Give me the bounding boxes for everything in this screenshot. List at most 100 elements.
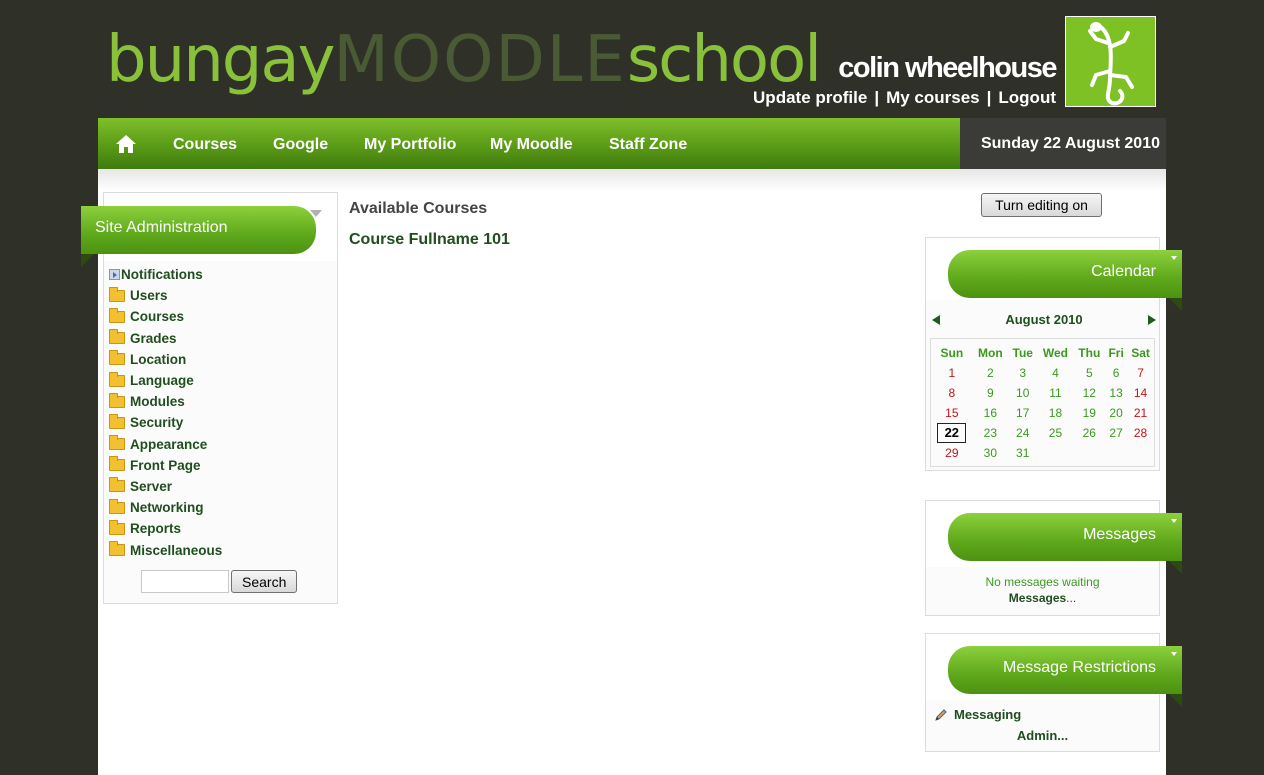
calendar-day[interactable]: 3 xyxy=(1008,363,1037,383)
ribbon-fold xyxy=(1169,298,1182,311)
admin-search-input[interactable] xyxy=(141,570,229,593)
messaging-link[interactable]: Messaging xyxy=(934,707,1021,722)
admin-item-reports[interactable]: Reports xyxy=(109,518,222,539)
admin-item-security[interactable]: Security xyxy=(109,412,222,433)
admin-item-label: Appearance xyxy=(130,436,208,452)
admin-item-location[interactable]: Location xyxy=(109,349,222,370)
block-title: Site Administration xyxy=(95,219,228,236)
calendar-day[interactable]: 9 xyxy=(973,383,1008,403)
calendar-day[interactable]: 29 xyxy=(931,443,973,463)
calendar-day[interactable]: 2 xyxy=(973,363,1008,383)
calendar-day[interactable]: 23 xyxy=(973,423,1008,443)
calendar-day[interactable]: 6 xyxy=(1105,363,1127,383)
notifications-icon xyxy=(109,269,120,281)
admin-item-modules[interactable]: Modules xyxy=(109,391,222,412)
messages-link[interactable]: Messages... xyxy=(926,591,1159,605)
logout-link[interactable]: Logout xyxy=(998,88,1056,107)
admin-item-users[interactable]: Users xyxy=(109,285,222,306)
logo-text-moodle: MOODLE xyxy=(333,23,627,97)
calendar-day[interactable]: 12 xyxy=(1074,383,1106,403)
calendar-month[interactable]: August 2010 xyxy=(1005,312,1082,327)
admin-link[interactable]: Admin... xyxy=(926,728,1159,743)
nav-staff-zone[interactable]: Staff Zone xyxy=(609,136,687,154)
calendar-day[interactable]: 5 xyxy=(1074,363,1106,383)
admin-search-button[interactable]: Search xyxy=(231,570,298,593)
calendar-day[interactable]: 7 xyxy=(1127,363,1154,383)
calendar-day-today[interactable]: 22 xyxy=(931,423,973,443)
calendar-day[interactable]: 24 xyxy=(1008,423,1037,443)
update-profile-link[interactable]: Update profile xyxy=(753,88,867,107)
nav-courses[interactable]: Courses xyxy=(173,136,237,154)
calendar-day[interactable]: 13 xyxy=(1105,383,1127,403)
calendar-day[interactable]: 28 xyxy=(1127,423,1154,443)
calendar-day[interactable]: 14 xyxy=(1127,383,1154,403)
home-icon[interactable] xyxy=(116,135,136,158)
calendar-day[interactable]: 26 xyxy=(1074,423,1106,443)
weekday-header-row: Sun Mon Tue Wed Thu Fri Sat xyxy=(931,343,1154,363)
nav-my-portfolio[interactable]: My Portfolio xyxy=(364,136,456,154)
calendar-day[interactable]: 20 xyxy=(1105,403,1127,423)
admin-item-notifications[interactable]: Notifications xyxy=(109,264,222,285)
calendar-day[interactable]: 27 xyxy=(1105,423,1127,443)
weekday-label: Mon xyxy=(978,346,1003,360)
admin-item-courses[interactable]: Courses xyxy=(109,306,222,327)
calendar-day[interactable]: 17 xyxy=(1008,403,1037,423)
calendar-day[interactable]: 1 xyxy=(931,363,973,383)
block-menu-icon[interactable] xyxy=(1171,519,1177,523)
current-date: Sunday 22 August 2010 xyxy=(960,118,1166,169)
calendar-day[interactable]: 8 xyxy=(931,383,973,403)
admin-item-label: Notifications xyxy=(121,267,203,283)
user-avatar[interactable] xyxy=(1065,16,1156,107)
pencil-icon xyxy=(935,708,947,721)
calendar-block: Calendar August 2010 Sun Mon Tue Wed Thu Fri S… xyxy=(925,237,1182,471)
calendar-week-row: 15 16 17 18 19 20 21 xyxy=(931,403,1154,423)
my-courses-link[interactable]: My courses xyxy=(886,88,980,107)
block-menu-icon[interactable] xyxy=(1171,652,1177,656)
calendar-day[interactable]: 16 xyxy=(973,403,1008,423)
admin-menu: Notifications Users Courses Grades Locat… xyxy=(109,264,222,561)
calendar-week-row: 22 23 24 25 26 27 28 xyxy=(931,423,1154,443)
available-courses-heading: Available Courses xyxy=(349,200,488,217)
folder-icon xyxy=(109,519,125,535)
admin-item-front-page[interactable]: Front Page xyxy=(109,455,222,476)
previous-month-icon[interactable] xyxy=(932,314,940,325)
calendar-day[interactable]: 4 xyxy=(1037,363,1073,383)
turn-editing-on-button[interactable]: Turn editing on xyxy=(981,193,1102,217)
calendar-day[interactable]: 21 xyxy=(1127,403,1154,423)
folder-icon xyxy=(109,498,125,514)
admin-item-networking[interactable]: Networking xyxy=(109,497,222,518)
course-link[interactable]: Course Fullname 101 xyxy=(349,231,510,249)
user-links: Update profile | My courses | Logout xyxy=(753,88,1056,108)
ribbon-fold xyxy=(1169,561,1182,574)
calendar-grid: Sun Mon Tue Wed Thu Fri Sat 1 2 3 4 5 6 7 8 9 10 11 12 13 1… xyxy=(930,338,1155,467)
site-logo[interactable]: bungayMOODLEschool xyxy=(106,20,822,100)
nav-google[interactable]: Google xyxy=(273,136,328,154)
calendar-days: 1 2 3 4 5 6 7 8 9 10 11 12 13 14 15 16 17 18 19 20 21 22 23 24 2… xyxy=(931,363,1154,463)
calendar-day[interactable]: 31 xyxy=(1008,443,1037,463)
messages-status: No messages waiting xyxy=(985,575,1100,589)
next-month-icon[interactable] xyxy=(1148,314,1156,325)
admin-item-server[interactable]: Server xyxy=(109,476,222,497)
calendar-day[interactable]: 25 xyxy=(1037,423,1073,443)
calendar-day[interactable]: 11 xyxy=(1037,383,1073,403)
admin-item-label: Users xyxy=(130,288,168,304)
message-restrictions-header: Message Restrictions xyxy=(948,646,1182,707)
folder-icon xyxy=(109,477,125,493)
admin-item-grades[interactable]: Grades xyxy=(109,328,222,349)
calendar-day[interactable]: 19 xyxy=(1074,403,1106,423)
admin-item-miscellaneous[interactable]: Miscellaneous xyxy=(109,539,222,560)
calendar-day[interactable]: 10 xyxy=(1008,383,1037,403)
calendar-day[interactable]: 30 xyxy=(973,443,1008,463)
weekday-label: Wed xyxy=(1042,346,1069,360)
weekday-label: Sun xyxy=(940,346,964,360)
nav-my-moodle[interactable]: My Moodle xyxy=(490,136,573,154)
calendar-day[interactable]: 15 xyxy=(931,403,973,423)
admin-item-language[interactable]: Language xyxy=(109,370,222,391)
weekday-label: Thu xyxy=(1078,346,1101,360)
logo-text-school: school xyxy=(626,23,822,97)
calendar-day[interactable]: 18 xyxy=(1037,403,1073,423)
folder-icon xyxy=(109,435,125,451)
page-content: Site Administration Notifications Users … xyxy=(81,169,1182,775)
admin-item-appearance[interactable]: Appearance xyxy=(109,434,222,455)
block-menu-icon[interactable] xyxy=(1171,256,1177,260)
